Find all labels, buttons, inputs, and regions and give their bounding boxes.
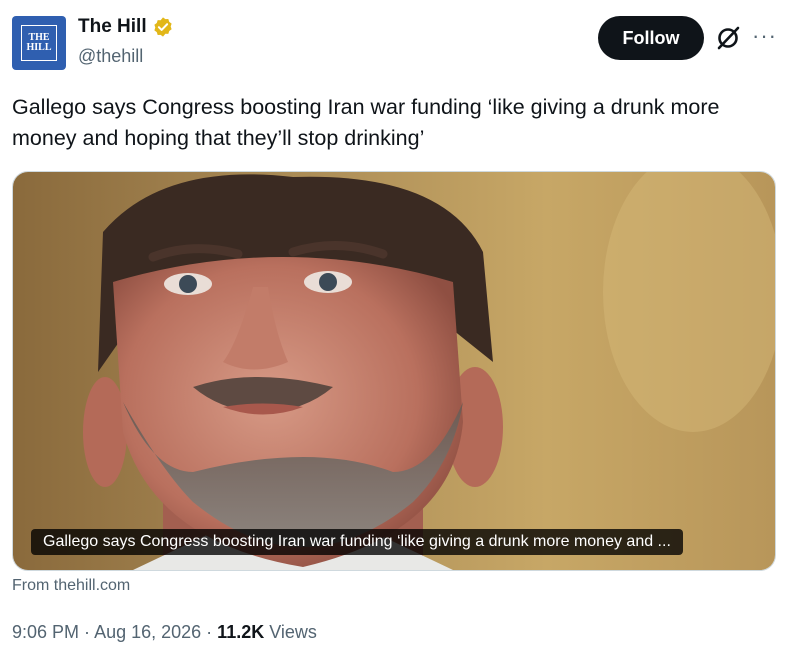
logo-line-2: HILL (26, 42, 52, 53)
the-hill-logo: THE HILL (21, 25, 57, 61)
more-options-icon[interactable]: ··· (752, 25, 777, 47)
tweet-time[interactable]: 9:06 PM (12, 622, 79, 642)
author-name-row: The Hill (78, 16, 174, 38)
tweet-text: Gallego says Congress boosting Iran war … (12, 95, 720, 150)
views-label: Views (264, 622, 317, 642)
avatar[interactable]: THE HILL (12, 16, 66, 70)
handle[interactable]: @thehill (78, 46, 143, 67)
display-name[interactable]: The Hill (78, 16, 147, 38)
grok-icon[interactable] (714, 24, 742, 52)
tweet-meta: 9:06 PM · Aug 16, 2026 · 11.2K Views (12, 622, 317, 643)
card-caption: Gallego says Congress boosting Iran war … (31, 529, 683, 555)
meta-separator: · (79, 622, 95, 642)
views-count: 11.2K (217, 622, 265, 642)
card-source[interactable]: From thehill.com (12, 577, 130, 595)
verified-badge-icon (154, 17, 172, 37)
link-card[interactable]: Gallego says Congress boosting Iran war … (12, 171, 776, 571)
article-photo (13, 172, 775, 570)
tweet-date[interactable]: Aug 16, 2026 (94, 622, 201, 642)
meta-separator: · (201, 622, 218, 642)
follow-button[interactable]: Follow (598, 16, 704, 60)
